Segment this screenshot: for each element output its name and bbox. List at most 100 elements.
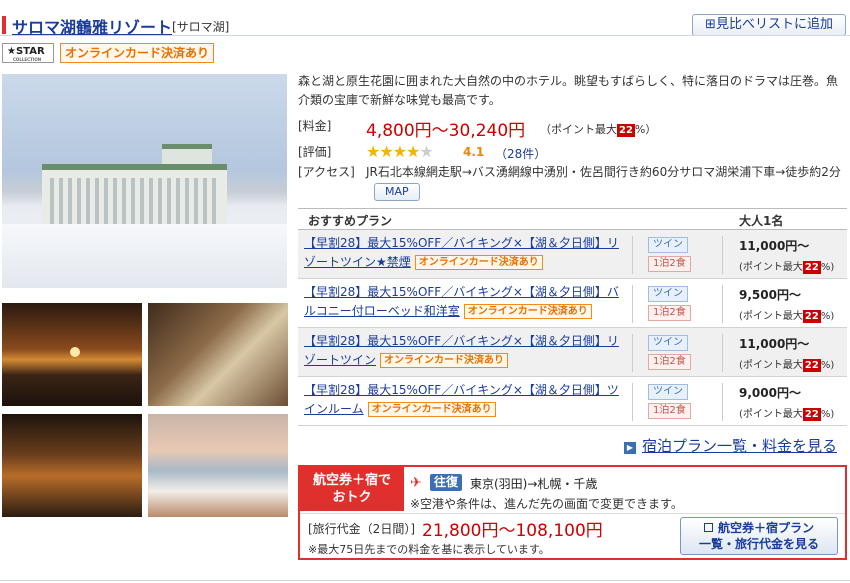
divider xyxy=(300,513,845,514)
point-suffix: %） xyxy=(634,123,657,136)
plan-point-suffix: %) xyxy=(820,311,835,322)
header-accent xyxy=(2,16,6,34)
air-title-line1: 航空券＋宿で xyxy=(312,473,391,488)
snow-field xyxy=(2,224,287,288)
bottom-divider xyxy=(0,580,850,581)
all-plans-label: 宿泊プラン一覧・料金を見る xyxy=(642,437,838,455)
access-info: JR石北本線網走駅→バス湧網線中湧別・佐呂間行き約60分サロマ湖栄浦下車→徒歩約… xyxy=(366,163,846,201)
star-badge-sub: COLLECTION xyxy=(13,57,42,62)
plans-header-plan: おすすめプラン xyxy=(308,214,393,228)
air-button-line1: 航空券＋宿プラン xyxy=(717,521,814,535)
arrow-right-icon: ▶ xyxy=(624,442,636,454)
rating-score: 4.1 xyxy=(463,145,485,159)
plan-card-badge: オンラインカード決済あり xyxy=(414,255,543,270)
travel-fee-label: [旅行代金（2日間）] xyxy=(308,522,415,536)
air-hotel-box: 航空券＋宿で おトク ✈ 往復 東京(羽田)→札幌・千歳 ※空港や条件は、進んだ… xyxy=(298,465,847,560)
open-air-bath-photo[interactable] xyxy=(148,414,288,517)
plan-point: (ポイント最大 22%) xyxy=(739,258,834,274)
all-plans-link[interactable]: ▶ 宿泊プラン一覧・料金を見る xyxy=(624,435,837,456)
sun-icon xyxy=(70,347,80,357)
airplane-icon: ✈ xyxy=(410,475,422,491)
hotel-windows xyxy=(50,178,220,224)
onsen-photo[interactable] xyxy=(2,414,142,517)
plan-point-value: 22 xyxy=(802,408,821,421)
divider xyxy=(632,383,633,421)
plan-point-suffix: %) xyxy=(820,262,835,273)
plan-card-badge: オンラインカード決済あり xyxy=(367,402,496,417)
divider xyxy=(722,285,723,323)
header-divider xyxy=(0,35,850,36)
divider xyxy=(722,334,723,372)
air-title-line2: おトク xyxy=(332,490,372,505)
price-range: 4,800円〜30,240円 xyxy=(366,121,526,141)
meal-tag: 1泊2食 xyxy=(648,305,691,321)
fee-note: ※最大75日先までの料金を基に表示しています。 xyxy=(308,543,550,556)
divider xyxy=(722,236,723,274)
map-button[interactable]: MAP xyxy=(374,183,420,201)
point-value: 22 xyxy=(617,124,635,137)
add-to-compare-button[interactable]: ⊞見比べリストに追加 xyxy=(692,14,846,36)
plans-header: おすすめプラン 大人1名 xyxy=(298,208,847,230)
plan-point-prefix: (ポイント最大 xyxy=(739,360,803,371)
plan-price: 9,500円〜 xyxy=(739,288,801,302)
plan-price: 11,000円〜 xyxy=(739,239,810,253)
online-card-badge: オンラインカード決済あり xyxy=(60,43,215,63)
plan-row: 【早割28】最大15%OFF／バイキング×【湖＆夕日側】リゾートツイン オンライン… xyxy=(298,328,847,377)
star-collection-badge: ★STAR COLLECTION xyxy=(2,43,54,63)
reviews-link[interactable]: （28件） xyxy=(495,145,546,162)
recommended-plans: おすすめプラン 大人1名 【早割28】最大15%OFF／バイキング×【湖＆夕日側… xyxy=(298,208,847,426)
room-type-tag: ツイン xyxy=(648,335,688,351)
room-type-tag: ツイン xyxy=(648,384,688,400)
air-hotel-plans-button[interactable]: 航空券＋宿プラン 一覧・旅行代金を見る xyxy=(680,517,838,555)
plan-point-suffix: %) xyxy=(820,360,835,371)
air-hotel-title: 航空券＋宿で おトク xyxy=(300,467,404,511)
rating-stars-icon: ★★★★★ xyxy=(366,142,434,161)
plan-point-value: 22 xyxy=(802,261,821,274)
plan-title[interactable]: 【早割28】最大15%OFF／バイキング×【湖＆夕日側】リゾートツイン★禁煙 オン… xyxy=(304,234,622,272)
plan-title[interactable]: 【早割28】最大15%OFF／バイキング×【湖＆夕日側】リゾートツイン オンライン… xyxy=(304,332,622,370)
plan-title[interactable]: 【早割28】最大15%OFF／バイキング×【湖＆夕日側】ツインルーム オンラインカ… xyxy=(304,381,622,419)
plan-point-value: 22 xyxy=(802,310,821,323)
hotel-listing: サロマ湖鶴雅リゾート [サロマ湖] ⊞見比べリストに追加 ★STAR COLLE… xyxy=(0,0,850,583)
hotel-header: サロマ湖鶴雅リゾート [サロマ湖] ⊞見比べリストに追加 xyxy=(0,8,850,38)
hotel-main-photo[interactable] xyxy=(2,74,287,288)
plan-card-badge: オンラインカード決済あり xyxy=(463,304,592,319)
divider xyxy=(722,383,723,421)
flight-route: 東京(羽田)→札幌・千歳 xyxy=(470,477,598,491)
hotel-description: 森と湖と原生花園に囲まれた大自然の中のホテル。眺望もすばらしく、特に落日のドラマ… xyxy=(298,74,839,107)
divider xyxy=(632,285,633,323)
air-button-line2: 一覧・旅行代金を見る xyxy=(698,537,819,551)
plan-price: 11,000円〜 xyxy=(739,337,810,351)
divider xyxy=(632,236,633,274)
meal-tag: 1泊2食 xyxy=(648,403,691,419)
plan-card-badge: オンラインカード決済あり xyxy=(380,353,509,368)
plan-point-suffix: %) xyxy=(820,409,835,420)
divider xyxy=(632,334,633,372)
rating-label: [評価] xyxy=(298,145,332,159)
access-text: JR石北本線網走駅→バス湧網線中湧別・佐呂間行き約60分サロマ湖栄浦下車→徒歩約… xyxy=(366,165,841,179)
plan-point: (ポイント最大 22%) xyxy=(739,307,834,323)
plans-header-price: 大人1名 xyxy=(739,214,784,228)
price-label: [料金] xyxy=(298,119,332,133)
travel-fee: 21,800円〜108,100円 xyxy=(422,521,603,541)
star-badge-label: ★STAR xyxy=(7,46,45,57)
access-label: [アクセス] xyxy=(298,165,355,179)
plan-point: (ポイント最大 22%) xyxy=(739,405,834,421)
plan-point-prefix: (ポイント最大 xyxy=(739,262,803,273)
plan-row: 【早割28】最大15%OFF／バイキング×【湖＆夕日側】リゾートツイン★禁煙 オン… xyxy=(298,230,847,279)
sunset-lake-photo[interactable] xyxy=(2,303,142,406)
plan-point: (ポイント最大 22%) xyxy=(739,356,834,372)
window-icon xyxy=(703,523,713,532)
point-prefix: （ポイント最大 xyxy=(540,123,617,136)
plan-point-value: 22 xyxy=(802,359,821,372)
plan-point-prefix: (ポイント最大 xyxy=(739,409,803,420)
meal-tag: 1泊2食 xyxy=(648,354,691,370)
guest-room-photo[interactable] xyxy=(148,303,288,406)
plan-title[interactable]: 【早割28】最大15%OFF／バイキング×【湖＆夕日側】バルコニー付ローベッド和… xyxy=(304,283,622,321)
round-trip-badge: 往復 xyxy=(430,474,463,491)
airport-note: ※空港や条件は、進んだ先の画面で変更できます。 xyxy=(410,497,683,511)
hotel-area: [サロマ湖] xyxy=(172,20,230,34)
room-type-tag: ツイン xyxy=(648,237,688,253)
plan-row: 【早割28】最大15%OFF／バイキング×【湖＆夕日側】ツインルーム オンラインカ… xyxy=(298,377,847,426)
point-info: （ポイント最大 22%） xyxy=(540,121,656,137)
